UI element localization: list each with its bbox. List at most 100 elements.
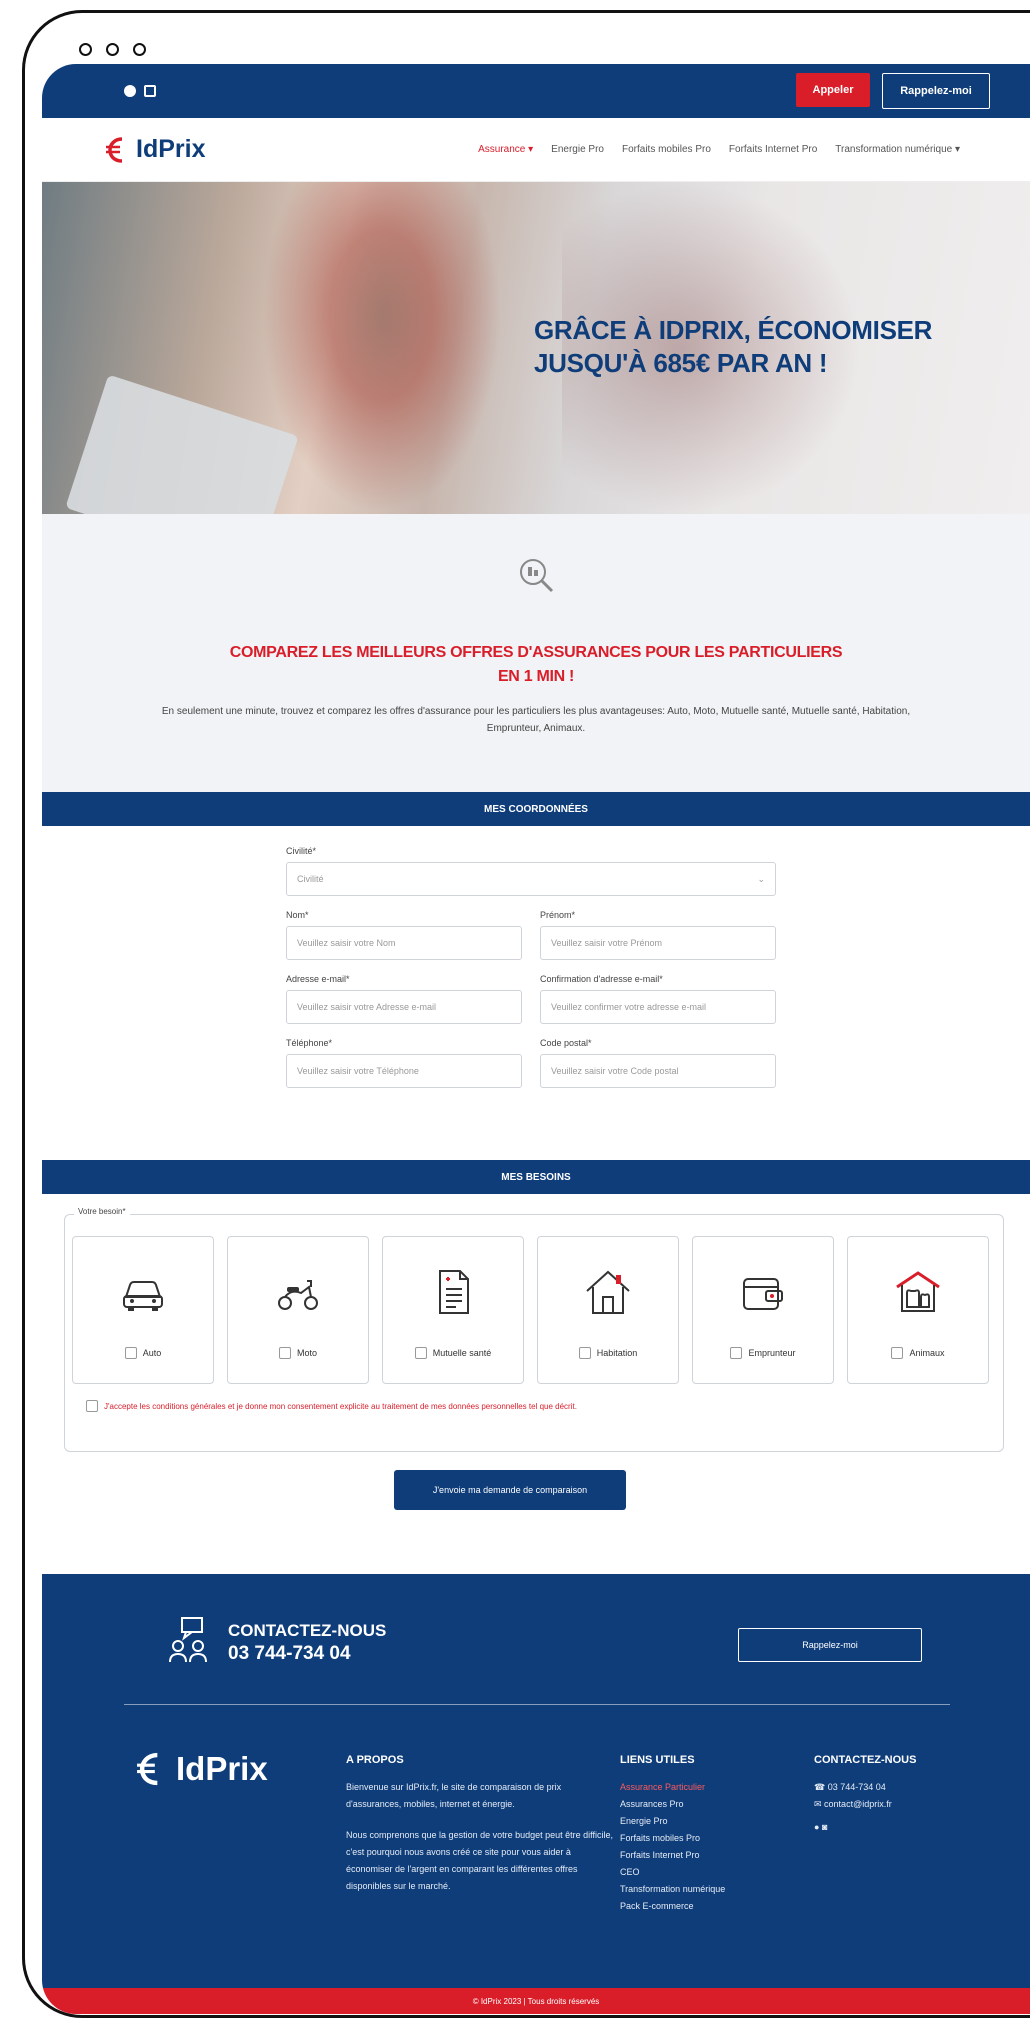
site-footer: CONTACTEZ-NOUS 03 744-734 04 Rappelez-mo… (42, 1574, 1030, 1988)
compare-section: COMPAREZ LES MEILLEURS OFFRES D'ASSURANC… (42, 514, 1030, 792)
footer-link[interactable]: Forfaits mobiles Pro (620, 1830, 770, 1847)
footer-contact-column: CONTACTEZ-NOUS ☎ 03 744-734 04 ✉ contact… (814, 1752, 964, 1836)
pet-house-icon (896, 1271, 940, 1312)
hero-banner: GRÂCE À IDPRIX, ÉCONOMISER JUSQU'À 685€ … (42, 182, 1030, 514)
footer-phone[interactable]: ☎ 03 744-734 04 (814, 1779, 964, 1796)
phone-input[interactable]: Veuillez saisir votre Téléphone (286, 1054, 522, 1088)
footer-link[interactable]: Pack E-commerce (620, 1898, 770, 1915)
compare-description: En seulement une minute, trouvez et comp… (161, 706, 911, 734)
top-bar: Appeler Rappelez-moi (42, 64, 1030, 118)
email-input[interactable]: Veuillez saisir votre Adresse e-mail (286, 990, 522, 1024)
footer-link[interactable]: Assurance Particulier (620, 1779, 770, 1796)
social-links (124, 85, 156, 97)
car-icon (123, 1281, 163, 1311)
emprunteur-checkbox[interactable] (730, 1347, 743, 1359)
instagram-icon[interactable]: ◙ (822, 1822, 827, 1832)
compare-title-line2: EN 1 MIN ! (497, 668, 575, 685)
besoin-label: Emprunteur (748, 1348, 796, 1358)
nav-item-label[interactable]: Transformation numérique (835, 144, 952, 155)
civilite-select[interactable]: Civilité ⌄ (286, 862, 776, 896)
footer-link[interactable]: Transformation numérique (620, 1881, 770, 1898)
postal-code-input[interactable]: Veuillez saisir votre Code postal (540, 1054, 776, 1088)
window-dot[interactable] (79, 43, 92, 56)
compare-title-line1: COMPAREZ LES MEILLEURS OFFRES D'ASSURANC… (229, 644, 843, 661)
call-button[interactable]: Appeler (796, 73, 870, 107)
civilite-value: Civilité (297, 874, 324, 884)
animaux-checkbox[interactable] (891, 1347, 904, 1359)
main-nav: IdPrix Assurance ▾ Energie Pro Forfaits … (42, 118, 1030, 182)
site-logo[interactable]: IdPrix (104, 135, 205, 165)
document-icon (439, 1270, 469, 1314)
footer-social: ● ◙ (814, 1819, 964, 1836)
submit-button[interactable]: J'envoie ma demande de comparaison (394, 1470, 626, 1510)
nav-item-mobiles[interactable]: Forfaits mobiles Pro (622, 144, 711, 155)
email-icon: ✉ (814, 1799, 825, 1809)
about-title: A PROPOS (346, 1754, 404, 1766)
wallet-icon (743, 1278, 783, 1310)
contact-col-title: CONTACTEZ-NOUS (814, 1754, 917, 1766)
compare-title: COMPAREZ LES MEILLEURS OFFRES D'ASSURANC… (42, 641, 1030, 689)
prenom-input[interactable]: Veuillez saisir votre Prénom (540, 926, 776, 960)
postal-code-label: Code postal* (540, 1038, 592, 1048)
footer-callback-button[interactable]: Rappelez-moi (738, 1628, 922, 1662)
besoin-label: Habitation (596, 1348, 638, 1358)
besoin-card-moto[interactable]: Moto (227, 1236, 369, 1384)
nav-item-transformation[interactable]: Transformation numérique ▾ (835, 144, 960, 155)
nav-item-internet[interactable]: Forfaits Internet Pro (729, 144, 817, 155)
window-controls (79, 43, 146, 56)
footer-contact: CONTACTEZ-NOUS 03 744-734 04 (168, 1616, 386, 1670)
callback-button[interactable]: Rappelez-moi (882, 73, 990, 109)
email-confirm-label: Confirmation d'adresse e-mail* (540, 974, 663, 984)
euro-logo-icon (106, 136, 123, 163)
besoins-cards: Auto Moto Mutuelle santé Habitation Empr… (72, 1236, 989, 1384)
facebook-icon[interactable] (124, 85, 136, 97)
window-dot[interactable] (133, 43, 146, 56)
footer-phone-text: 03 744-734 04 (827, 1782, 886, 1792)
civilite-label: Civilité* (286, 846, 317, 856)
besoin-label: Animaux (909, 1348, 945, 1358)
hero-title: GRÂCE À IDPRIX, ÉCONOMISER JUSQU'À 685€ … (534, 315, 933, 378)
nav-item-label[interactable]: Assurance (478, 144, 525, 155)
facebook-icon[interactable]: ● (814, 1822, 819, 1832)
links-title: LIENS UTILES (620, 1754, 695, 1766)
footer-logo[interactable]: IdPrix (134, 1750, 268, 1788)
besoins-section: Votre besoin* Auto Moto Mutuelle santé H… (42, 1194, 1030, 1514)
accept-checkbox[interactable] (86, 1400, 98, 1412)
habitation-checkbox[interactable] (578, 1347, 591, 1359)
besoin-label: Mutuelle santé (432, 1348, 492, 1358)
footer-link[interactable]: Assurances Pro (620, 1796, 770, 1813)
footer-link[interactable]: CEO (620, 1864, 770, 1881)
nom-input[interactable]: Veuillez saisir votre Nom (286, 926, 522, 960)
footer-links: LIENS UTILES Assurance Particulier Assur… (620, 1752, 770, 1915)
nav-item-assurance[interactable]: Assurance ▾ (478, 144, 533, 155)
nav-links: Assurance ▾ Energie Pro Forfaits mobiles… (478, 144, 960, 155)
footer-link[interactable]: Energie Pro (620, 1813, 770, 1830)
contact-phone[interactable]: 03 744-734 04 (228, 1642, 386, 1666)
instagram-icon[interactable] (144, 85, 156, 97)
moto-checkbox[interactable] (278, 1347, 291, 1359)
footer-divider (124, 1704, 950, 1705)
auto-checkbox[interactable] (124, 1347, 137, 1359)
besoin-label: Auto (142, 1348, 162, 1358)
mutuelle-checkbox[interactable] (414, 1347, 427, 1359)
euro-logo-icon (137, 1752, 158, 1786)
contact-title: CONTACTEZ-NOUS (228, 1621, 387, 1640)
footer-link[interactable]: Forfaits Internet Pro (620, 1847, 770, 1864)
besoin-card-mutuelle[interactable]: Mutuelle santé (382, 1236, 524, 1384)
prenom-label: Prénom* (540, 910, 576, 920)
email-confirm-input[interactable]: Veuillez confirmer votre adresse e-mail (540, 990, 776, 1024)
besoin-card-animaux[interactable]: Animaux (847, 1236, 989, 1384)
house-icon (586, 1270, 630, 1314)
besoin-card-auto[interactable]: Auto (72, 1236, 214, 1384)
besoin-card-habitation[interactable]: Habitation (537, 1236, 679, 1384)
about-text-1: Bienvenue sur IdPrix.fr, le site de comp… (346, 1782, 562, 1809)
nav-item-energie[interactable]: Energie Pro (551, 144, 604, 155)
window-dot[interactable] (106, 43, 119, 56)
besoin-card-emprunteur[interactable]: Emprunteur (692, 1236, 834, 1384)
website-screen: Appeler Rappelez-moi IdPrix Assurance ▾ … (42, 64, 1030, 2014)
accept-terms[interactable]: J'accepte les conditions générales et je… (86, 1400, 577, 1412)
footer-logo-text: IdPrix (176, 1750, 268, 1787)
footer-about: A PROPOS Bienvenue sur IdPrix.fr, le sit… (346, 1752, 616, 1895)
footer-email[interactable]: ✉ contact@idprix.fr (814, 1796, 964, 1813)
support-team-icon (169, 1617, 207, 1663)
